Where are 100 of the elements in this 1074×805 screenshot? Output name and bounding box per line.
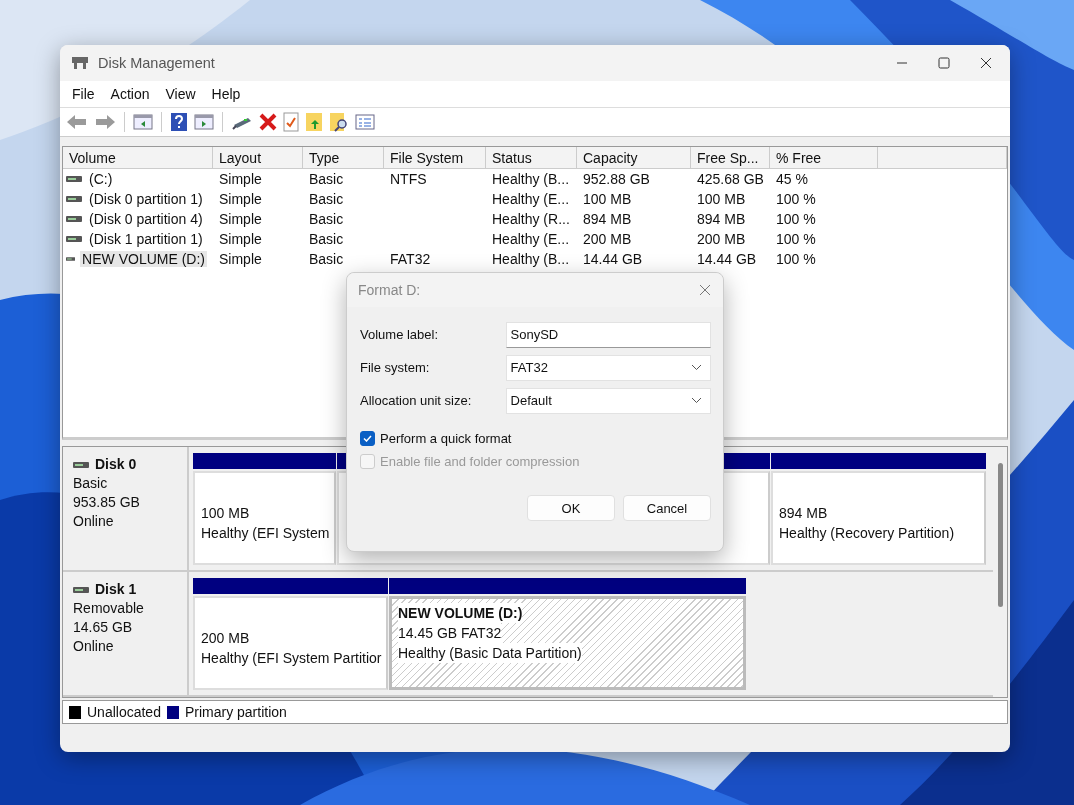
partition-detail: 14.45 GB FAT32 [398,623,502,643]
disk-detail: Basic [73,475,108,491]
table-cell: 100 MB [583,191,632,207]
partition-detail: Healthy (Recovery Partition) [779,525,955,541]
disk-detail: Online [73,513,114,529]
checkbox-label: Perform a quick format [380,431,512,446]
panel-icon[interactable] [133,113,153,131]
field-label: Allocation unit size: [360,393,473,408]
checkbox-label: Enable file and folder compression [380,454,580,469]
table-cell[interactable]: (Disk 1 partition 1) [87,231,205,247]
table-cell: Healthy (B... [492,171,570,187]
column-header[interactable]: Type [303,147,384,168]
legend-label: Primary partition [184,704,287,720]
table-cell: Basic [309,191,344,207]
column-header[interactable]: Capacity [577,147,691,168]
disk-detail: 953.85 GB [73,494,140,510]
partition-detail: 200 MB [201,630,250,646]
menu-item[interactable]: Action [102,86,158,102]
dialog-button[interactable]: Cancel [623,495,711,521]
table-cell: Basic [309,251,344,267]
table-cell: Simple [219,171,262,187]
table-cell: 200 MB [697,231,746,247]
table-cell: 45 % [776,171,808,187]
table-cell: 100 MB [697,191,746,207]
table-cell: Simple [219,231,262,247]
checklist-icon[interactable] [283,112,299,132]
disk-name: Disk 0 [95,455,137,474]
table-cell: Simple [219,191,262,207]
table-cell: Healthy (E... [492,231,570,247]
column-header[interactable]: Status [486,147,577,168]
table-cell: Basic [309,231,344,247]
table-cell: 100 % [776,231,816,247]
column-header[interactable]: File System [384,147,486,168]
table-cell: 14.44 GB [697,251,757,267]
folder-up-icon[interactable] [305,112,323,132]
panel-icon[interactable] [194,113,214,131]
legend-label: Unallocated [87,704,161,720]
table-cell: NTFS [390,171,427,187]
disk-detail: 14.65 GB [73,619,133,635]
folder-search-icon[interactable] [329,112,349,132]
table-cell: Healthy (R... [492,211,570,227]
dropdown[interactable]: Default [505,387,711,414]
table-cell: 894 MB [583,211,632,227]
table-cell: Simple [219,211,262,227]
table-cell: Healthy (B... [492,251,570,267]
dropdown[interactable]: FAT32 [505,354,711,381]
table-cell: 425.68 GB [697,171,764,187]
dialog-button[interactable]: OK [527,495,615,521]
menu-item[interactable]: View [157,86,204,102]
text-field[interactable]: SonySD [505,321,711,348]
table-cell: 100 % [776,251,816,267]
table-cell[interactable]: (C:) [87,171,115,187]
partition-title: NEW VOLUME (D:) [398,603,523,623]
partition-box[interactable]: 100 MB Healthy (EFI System [193,471,336,565]
column-header[interactable]: Layout [213,147,303,168]
chevron-down-icon [691,364,702,371]
table-cell: 100 % [776,211,816,227]
partition-box[interactable]: 894 MB Healthy (Recovery Partition) [771,471,986,565]
properties-icon[interactable] [355,114,375,130]
column-header[interactable]: Free Sp... [691,147,770,168]
table-cell: Simple [219,251,262,267]
table-cell[interactable]: NEW VOLUME (D:) [80,251,207,267]
close-icon[interactable] [980,57,992,69]
chevron-down-icon [691,397,702,404]
table-cell: 100 % [776,191,816,207]
partition-box[interactable]: NEW VOLUME (D:) 14.45 GB FAT32 Healthy (Basic Data Partition) [389,596,746,690]
checkmark-icon [363,435,372,442]
forward-arrow-icon[interactable] [94,113,116,131]
app-icon [70,55,90,71]
field-label: Volume label: [360,327,440,342]
window-title: Disk Management [98,55,216,71]
table-cell: 952.88 GB [583,171,650,187]
partition-detail: Healthy (EFI System [201,525,330,541]
partition-detail: Healthy (Basic Data Partition) [398,643,582,663]
table-cell: Healthy (E... [492,191,570,207]
scrollbar-thumb[interactable] [997,463,1003,607]
column-header[interactable]: % Free [770,147,878,168]
disk-detail: Online [73,638,114,654]
help-icon[interactable] [170,112,188,132]
partition-detail: 100 MB [201,505,250,521]
table-cell: 894 MB [697,211,746,227]
partition-box[interactable]: 200 MB Healthy (EFI System Partitior [193,596,388,690]
dialog-title: Format D: [358,282,421,298]
menu-item[interactable]: Help [203,86,249,102]
partition-detail: Healthy (EFI System Partitior [201,650,382,666]
delete-icon[interactable] [259,113,277,131]
table-cell[interactable]: (Disk 0 partition 1) [87,191,205,207]
table-cell: 14.44 GB [583,251,643,267]
menu-item[interactable]: File [64,86,103,102]
disk-name: Disk 1 [95,580,137,599]
partition-detail: 894 MB [779,505,828,521]
disk-detail: Removable [73,600,144,616]
maximize-icon[interactable] [938,57,950,69]
table-cell: Basic [309,211,344,227]
table-cell: FAT32 [390,251,431,267]
checkbox[interactable] [360,431,375,446]
table-cell[interactable]: (Disk 0 partition 4) [87,211,205,227]
back-arrow-icon[interactable] [66,113,88,131]
field-label: File system: [360,360,431,375]
column-header[interactable]: Volume [63,147,213,168]
